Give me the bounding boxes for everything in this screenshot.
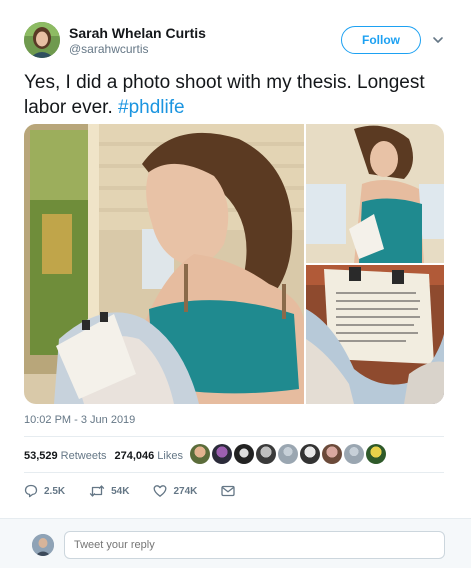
- liker-avatars: [190, 444, 386, 466]
- tweet-timestamp[interactable]: 10:02 PM - 3 Jun 2019: [24, 414, 135, 426]
- like-count: 274K: [173, 485, 198, 497]
- reply-icon: [24, 484, 38, 498]
- liker-avatar[interactable]: [322, 444, 342, 464]
- likes-count[interactable]: 274,046: [115, 450, 155, 462]
- divider-top: [24, 436, 444, 437]
- tweet-text: Yes, I did a photo shoot with my thesis.…: [24, 70, 444, 120]
- user-avatar[interactable]: [32, 534, 54, 556]
- photo-bottom-right[interactable]: [306, 265, 444, 404]
- likes-label[interactable]: Likes: [157, 450, 183, 462]
- chevron-down-icon[interactable]: [432, 34, 444, 46]
- tweet-actions: 2.5K 54K 274K: [24, 482, 265, 500]
- retweet-count: 54K: [111, 485, 130, 497]
- hashtag-link[interactable]: #phdlife: [118, 97, 185, 118]
- liker-avatar[interactable]: [300, 444, 320, 464]
- retweet-action[interactable]: 54K: [89, 484, 129, 498]
- divider-bottom: [24, 472, 444, 473]
- author-handle[interactable]: @sarahwcurtis: [69, 42, 149, 56]
- tweet-body: Yes, I did a photo shoot with my thesis.…: [24, 72, 425, 118]
- heart-icon: [154, 485, 167, 497]
- liker-avatar[interactable]: [344, 444, 364, 464]
- reply-bar: [0, 518, 471, 568]
- liker-avatar[interactable]: [212, 444, 232, 464]
- liker-avatar[interactable]: [366, 444, 386, 464]
- retweet-icon: [89, 485, 105, 497]
- photo-main[interactable]: [24, 124, 304, 404]
- reply-input[interactable]: [64, 531, 445, 559]
- liker-avatar[interactable]: [256, 444, 276, 464]
- author-name[interactable]: Sarah Whelan Curtis: [69, 25, 206, 41]
- tweet-media[interactable]: [24, 124, 444, 404]
- envelope-icon: [221, 485, 236, 497]
- retweets-label[interactable]: Retweets: [61, 450, 107, 462]
- liker-avatar[interactable]: [190, 444, 210, 464]
- photo-top-right[interactable]: [306, 124, 444, 263]
- author-avatar[interactable]: [24, 22, 60, 58]
- retweets-count[interactable]: 53,529: [24, 450, 58, 462]
- reply-count: 2.5K: [44, 485, 66, 497]
- liker-avatar[interactable]: [234, 444, 254, 464]
- engagement-stats: 53,529 Retweets 274,046 Likes: [24, 445, 191, 467]
- reply-action[interactable]: 2.5K: [24, 484, 65, 498]
- liker-avatar[interactable]: [278, 444, 298, 464]
- message-action[interactable]: [221, 485, 241, 497]
- tweet-header: Sarah Whelan Curtis @sarahwcurtis Follow: [24, 22, 454, 62]
- follow-button[interactable]: Follow: [341, 26, 421, 54]
- like-action[interactable]: 274K: [153, 484, 197, 498]
